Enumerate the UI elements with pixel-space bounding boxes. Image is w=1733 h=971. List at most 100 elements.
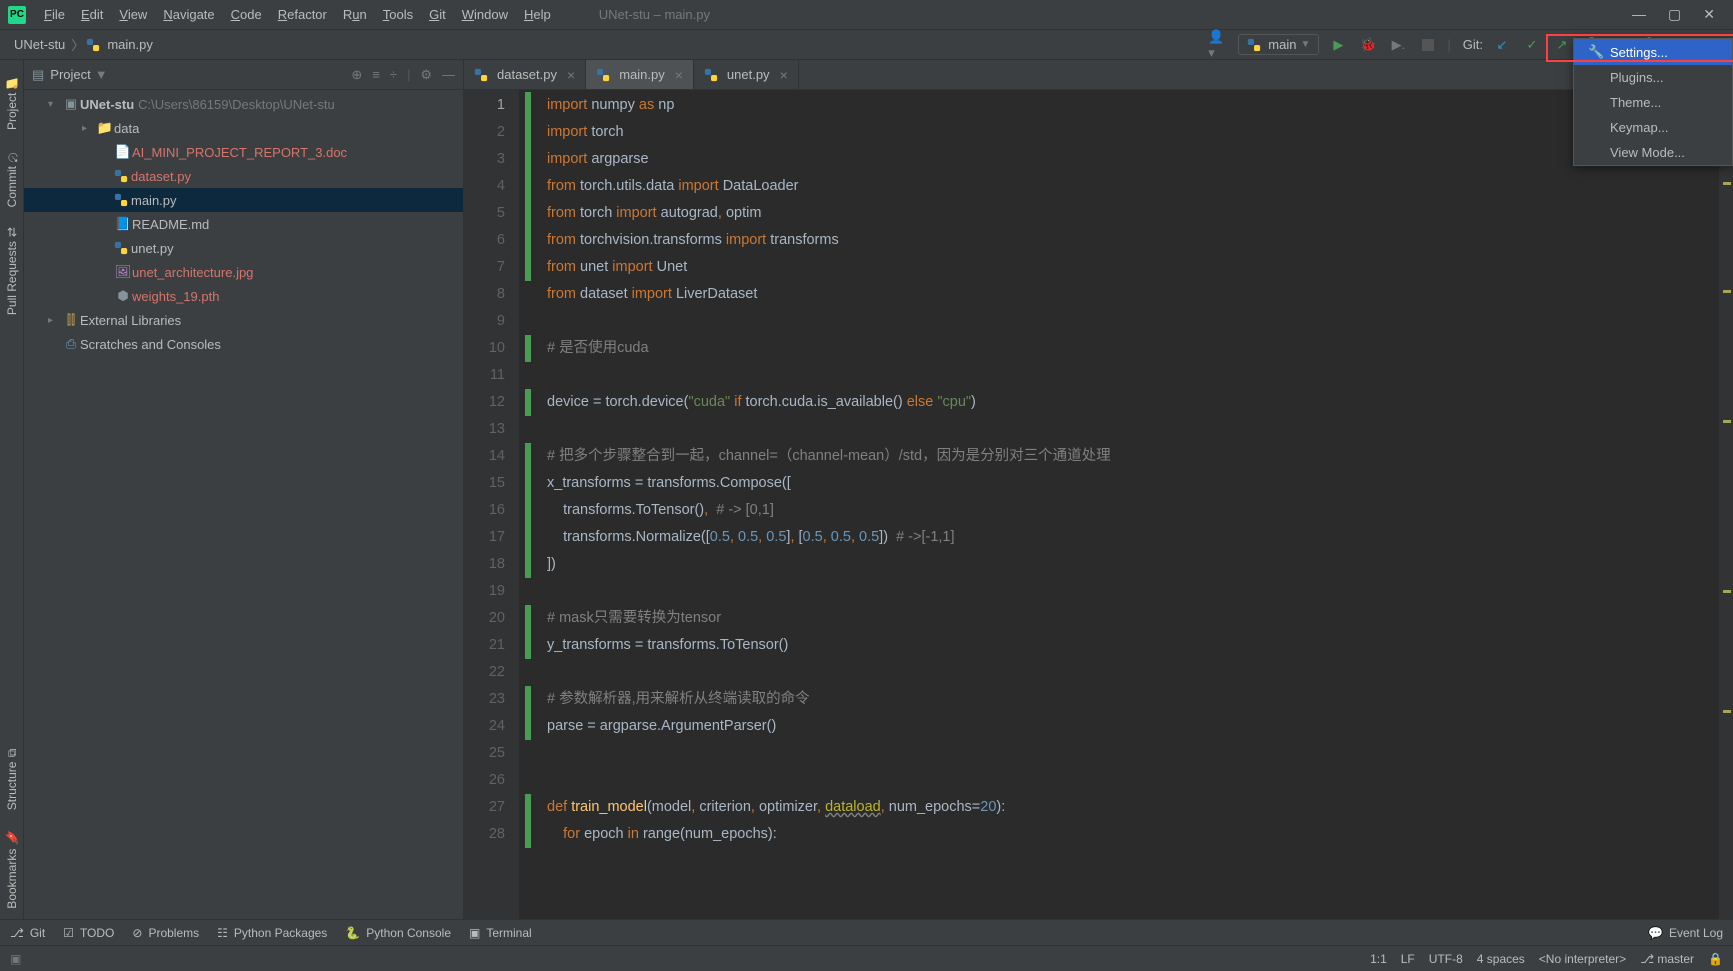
gear-icon[interactable]: ⚙ bbox=[420, 67, 432, 83]
git-label: Git: bbox=[1463, 37, 1483, 52]
gutter-tab-project[interactable]: Project 📁 bbox=[3, 64, 21, 140]
debug-button[interactable]: 🐞 bbox=[1357, 34, 1379, 56]
tree-item[interactable]: 📘README.md bbox=[24, 212, 463, 236]
app-logo-icon: PC bbox=[8, 6, 26, 24]
menu-refactor[interactable]: Refactor bbox=[270, 3, 335, 26]
status-line-separator[interactable]: LF bbox=[1401, 952, 1415, 966]
tree-label: External Libraries bbox=[80, 313, 181, 328]
tree-external-libraries[interactable]: ▸ ⫿⫿ External Libraries bbox=[24, 308, 463, 332]
stop-button[interactable] bbox=[1417, 34, 1439, 56]
tree-item[interactable]: ▸📁data bbox=[24, 116, 463, 140]
status-lock-icon[interactable]: 🔒 bbox=[1708, 952, 1723, 966]
context-menu-item[interactable]: Theme... bbox=[1574, 90, 1732, 115]
menu-git[interactable]: Git bbox=[421, 3, 454, 26]
tab-label: unet.py bbox=[727, 67, 770, 82]
error-stripe[interactable] bbox=[1719, 90, 1733, 919]
menu-navigate[interactable]: Navigate bbox=[155, 3, 222, 26]
git-commit-icon[interactable]: ✓ bbox=[1521, 34, 1543, 56]
breadcrumb-file[interactable]: main.py bbox=[103, 35, 157, 54]
tool-window-icon[interactable]: ▣ bbox=[10, 952, 21, 966]
close-icon[interactable]: ✕ bbox=[1703, 6, 1715, 23]
run-coverage-button[interactable]: ▶. bbox=[1387, 34, 1409, 56]
python-file-icon bbox=[114, 193, 128, 207]
menu-help[interactable]: Help bbox=[516, 3, 559, 26]
chevron-down-icon[interactable]: ▼ bbox=[95, 67, 108, 82]
tool-event-log[interactable]: 💬Event Log bbox=[1648, 926, 1723, 940]
git-push-icon[interactable]: ↗ bbox=[1551, 34, 1573, 56]
code-editor[interactable]: import numpy as npimport torchimport arg… bbox=[519, 90, 1719, 919]
separator: | bbox=[407, 67, 410, 83]
tree-item[interactable]: main.py bbox=[24, 188, 463, 212]
branch-icon: ⎇ bbox=[1640, 952, 1654, 966]
menu-code[interactable]: Code bbox=[223, 3, 270, 26]
tool-terminal[interactable]: ▣Terminal bbox=[469, 926, 532, 940]
status-caret-position[interactable]: 1:1 bbox=[1370, 952, 1387, 966]
status-bar: ▣ 1:1 LF UTF-8 4 spaces <No interpreter>… bbox=[0, 945, 1733, 971]
close-tab-icon[interactable]: × bbox=[780, 67, 788, 83]
menu-file[interactable]: File bbox=[36, 3, 73, 26]
context-menu-item[interactable]: Plugins... bbox=[1574, 65, 1732, 90]
maximize-icon[interactable]: ▢ bbox=[1668, 6, 1681, 23]
menu-window[interactable]: Window bbox=[454, 3, 516, 26]
gutter-tab-commit[interactable]: Commit ⎋ bbox=[3, 140, 21, 217]
menu-edit[interactable]: Edit bbox=[73, 3, 111, 26]
context-menu-label: Keymap... bbox=[1610, 120, 1669, 135]
chevron-right-icon[interactable]: ▸ bbox=[82, 123, 96, 134]
context-menu-item[interactable]: Keymap... bbox=[1574, 115, 1732, 140]
gutter-tab-bookmarks[interactable]: Bookmarks 🔖 bbox=[3, 820, 21, 919]
python-file-icon bbox=[114, 241, 128, 255]
tool-todo[interactable]: ☑TODO bbox=[63, 926, 114, 940]
add-user-icon[interactable]: 👤▾ bbox=[1208, 34, 1230, 56]
tool-python-packages[interactable]: ☷Python Packages bbox=[217, 926, 327, 940]
run-config-selector[interactable]: main ▼ bbox=[1238, 34, 1319, 55]
tree-item[interactable]: dataset.py bbox=[24, 164, 463, 188]
breadcrumb-project[interactable]: UNet-stu bbox=[10, 35, 69, 54]
folder-icon: ▤ bbox=[32, 67, 44, 83]
tree-item[interactable]: unet.py bbox=[24, 236, 463, 260]
tree-item-label: unet_architecture.jpg bbox=[132, 265, 253, 280]
python-icon: 🐍 bbox=[345, 926, 360, 940]
tree-root[interactable]: ▾ ▣ UNet-stu C:\Users\86159\Desktop\UNet… bbox=[24, 92, 463, 116]
git-update-icon[interactable]: ↙ bbox=[1491, 34, 1513, 56]
menu-run[interactable]: Run bbox=[335, 3, 375, 26]
tool-git[interactable]: ⎇Git bbox=[10, 926, 45, 940]
context-menu-item[interactable]: View Mode... bbox=[1574, 140, 1732, 165]
menu-view[interactable]: View bbox=[111, 3, 155, 26]
terminal-icon: ▣ bbox=[469, 926, 480, 940]
status-interpreter[interactable]: <No interpreter> bbox=[1539, 952, 1626, 966]
tree-item[interactable]: 📄AI_MINI_PROJECT_REPORT_3.doc bbox=[24, 140, 463, 164]
close-tab-icon[interactable]: × bbox=[675, 67, 683, 83]
tree-item-label: main.py bbox=[131, 193, 177, 208]
tree-item[interactable]: ⬢weights_19.pth bbox=[24, 284, 463, 308]
editor-area: dataset.py×main.py×unet.py× 123456789101… bbox=[464, 60, 1733, 919]
python-file-icon bbox=[704, 68, 718, 82]
menu-tools[interactable]: Tools bbox=[375, 3, 421, 26]
run-button[interactable]: ▶ bbox=[1327, 34, 1349, 56]
context-menu-item[interactable]: 🔧Settings... bbox=[1574, 39, 1732, 65]
collapse-icon[interactable]: ÷ bbox=[390, 67, 397, 83]
status-encoding[interactable]: UTF-8 bbox=[1429, 952, 1463, 966]
project-tree: ▾ ▣ UNet-stu C:\Users\86159\Desktop\UNet… bbox=[24, 90, 463, 919]
close-tab-icon[interactable]: × bbox=[567, 67, 575, 83]
chevron-right-icon[interactable]: ▸ bbox=[48, 315, 62, 326]
editor-tab[interactable]: unet.py × bbox=[694, 60, 799, 89]
tool-problems[interactable]: ⊘Problems bbox=[132, 926, 199, 940]
gutter-tab-structure[interactable]: Structure ⧉ bbox=[3, 739, 21, 820]
context-menu-label: View Mode... bbox=[1610, 145, 1685, 160]
editor-tab[interactable]: dataset.py× bbox=[464, 60, 586, 89]
expand-icon[interactable]: ≡ bbox=[372, 67, 380, 83]
editor-tab[interactable]: main.py× bbox=[586, 60, 694, 89]
hide-icon[interactable]: — bbox=[442, 67, 455, 83]
title-bar: PC File Edit View Navigate Code Refactor… bbox=[0, 0, 1733, 30]
locate-icon[interactable]: ⊕ bbox=[351, 67, 362, 83]
minimize-icon[interactable]: — bbox=[1632, 6, 1646, 23]
gutter-tab-pull-requests[interactable]: Pull Requests ⇄ bbox=[3, 217, 21, 325]
status-indent[interactable]: 4 spaces bbox=[1477, 952, 1525, 966]
python-file-icon bbox=[474, 68, 488, 82]
tree-item[interactable]: 🖼unet_architecture.jpg bbox=[24, 260, 463, 284]
status-git-branch[interactable]: ⎇ master bbox=[1640, 952, 1694, 966]
chevron-down-icon[interactable]: ▾ bbox=[48, 99, 62, 110]
tree-scratches[interactable]: ⎙ Scratches and Consoles bbox=[24, 332, 463, 356]
tool-python-console[interactable]: 🐍Python Console bbox=[345, 926, 451, 940]
project-panel-title[interactable]: Project bbox=[50, 67, 90, 82]
